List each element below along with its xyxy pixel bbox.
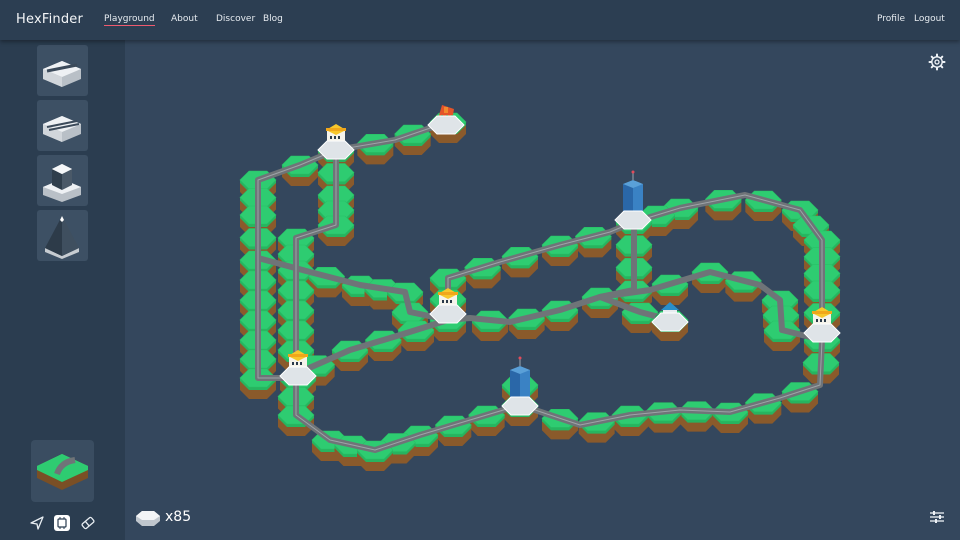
selected-tile-preview[interactable]	[31, 440, 94, 502]
hex-tile[interactable]	[678, 401, 716, 432]
settings-gear-icon[interactable]	[928, 53, 946, 71]
nav-playground[interactable]: Playground	[104, 14, 155, 26]
eraser-icon[interactable]	[79, 514, 97, 532]
nav-logout[interactable]: Logout	[914, 14, 945, 24]
tile-double-ramp-button[interactable]	[37, 100, 88, 151]
top-bar: HexFinder Playground About Discover Blog…	[0, 0, 960, 40]
selected-tile-icon	[37, 454, 88, 490]
hex-tile[interactable]	[644, 402, 682, 433]
hex-tile[interactable]	[471, 310, 509, 341]
brand-logo[interactable]: HexFinder	[16, 12, 83, 27]
tile-building-button[interactable]	[37, 155, 88, 206]
building-tile-icon	[43, 164, 81, 202]
chip-icon[interactable]	[53, 514, 71, 532]
nav-about[interactable]: About	[171, 14, 198, 24]
tile-mountain-button[interactable]	[37, 210, 88, 261]
nav-blog[interactable]: Blog	[263, 14, 283, 24]
nav-discover[interactable]: Discover	[216, 14, 255, 24]
tile-ramp-button[interactable]	[37, 45, 88, 96]
sliders-icon[interactable]	[928, 508, 946, 526]
pointer-icon[interactable]	[28, 514, 46, 532]
nav-profile[interactable]: Profile	[877, 14, 905, 24]
double-ramp-tile-icon	[43, 116, 81, 142]
hex-tile[interactable]	[611, 405, 649, 436]
game-board[interactable]	[125, 40, 960, 540]
tile-count: x85	[165, 509, 192, 525]
mountain-tile-icon	[45, 216, 79, 259]
ramp-tile-icon	[43, 61, 81, 87]
tile-stack-icon	[136, 511, 160, 526]
